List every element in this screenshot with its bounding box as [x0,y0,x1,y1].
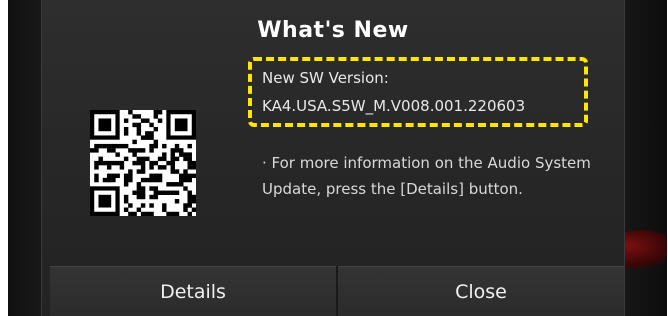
version-value: KA4.USA.S5W_M.V008.001.220603 [262,97,526,115]
version-label: New SW Version: [262,69,389,87]
details-button-label: Details [160,281,226,303]
close-button[interactable]: Close [338,266,624,316]
qr-code-icon [90,110,197,217]
version-highlight-box [248,57,588,127]
close-button-label: Close [455,281,507,303]
dialog-title: What's New [257,18,409,43]
head-unit-screen: What's New New SW Version: KA4.USA.S5W_M… [8,0,667,316]
whats-new-dialog: What's New New SW Version: KA4.USA.S5W_M… [41,0,625,316]
info-text: · For more information on the Audio Syst… [262,154,591,198]
details-button[interactable]: Details [50,266,336,316]
